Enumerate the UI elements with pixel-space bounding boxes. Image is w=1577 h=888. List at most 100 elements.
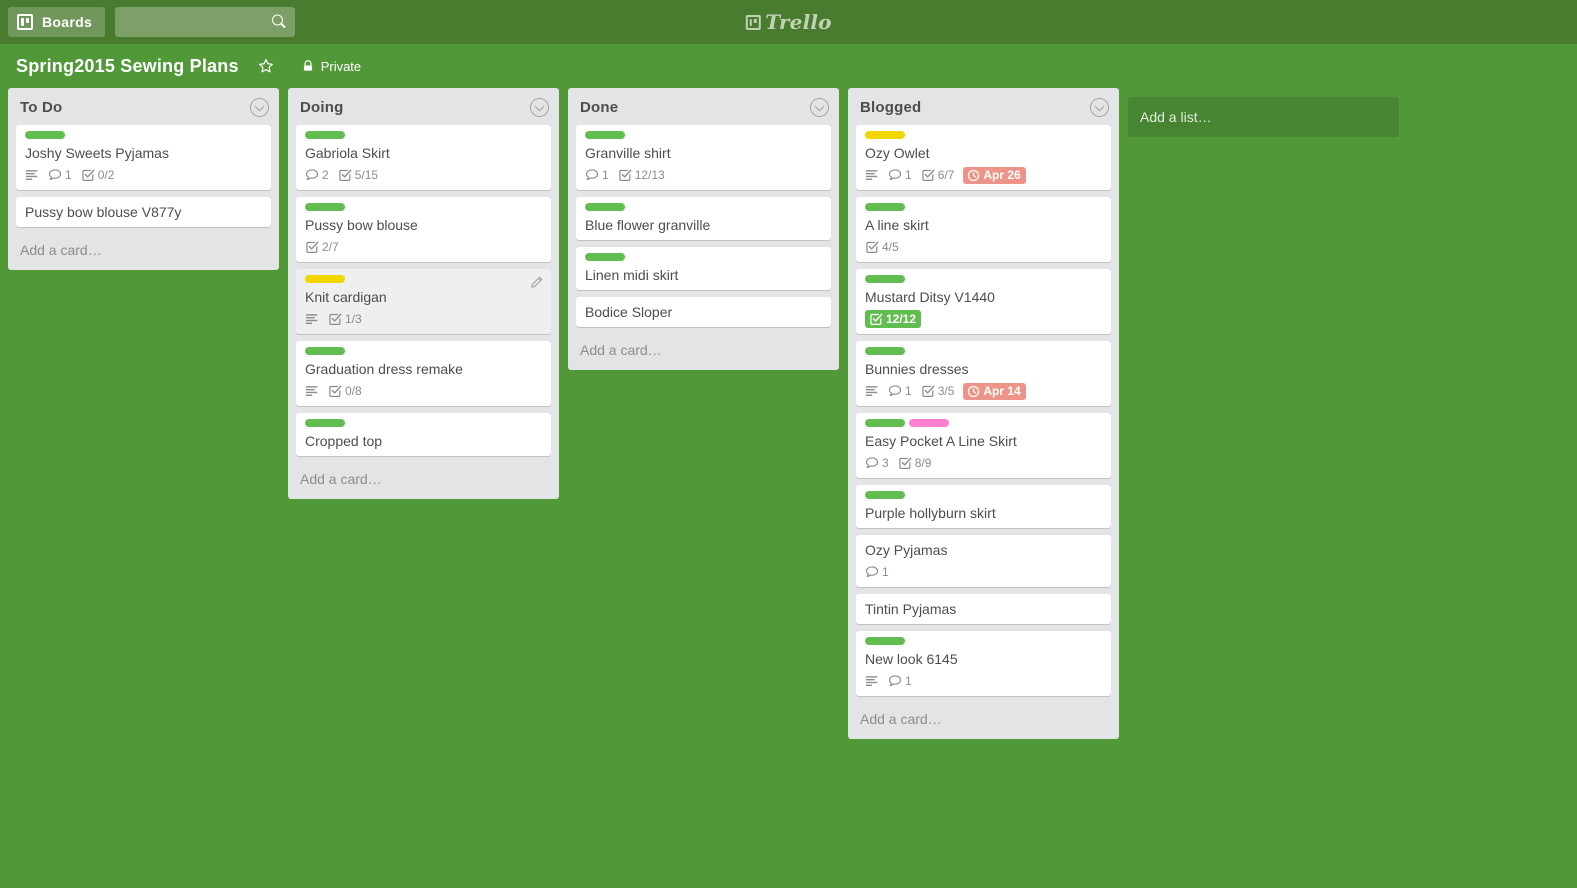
comment-icon (888, 675, 902, 686)
card-label[interactable] (865, 131, 905, 139)
card-label[interactable] (305, 275, 345, 283)
card[interactable]: Ozy Pyjamas 1 (856, 535, 1111, 587)
card-label[interactable] (305, 131, 345, 139)
search-input[interactable] (115, 7, 296, 37)
chevron-down-circle-icon[interactable] (250, 98, 269, 117)
card[interactable]: Pussy bow blouse V877y (16, 197, 271, 227)
card-label[interactable] (585, 203, 625, 211)
star-board-button[interactable] (253, 53, 279, 79)
boards-button-label: Boards (42, 14, 93, 30)
card-label[interactable] (865, 275, 905, 283)
checklist-count: 2/7 (322, 240, 339, 254)
list: To Do Joshy Sweets Pyjamas 1 0/2 Pussy b… (8, 88, 279, 270)
chevron-down-circle-icon[interactable] (1090, 98, 1109, 117)
card-label[interactable] (865, 419, 905, 427)
card-label[interactable] (585, 131, 625, 139)
list-title: Doing (300, 99, 344, 116)
checklist-count: 0/8 (345, 384, 362, 398)
card[interactable]: Pussy bow blouse 2/7 (296, 197, 551, 262)
card[interactable]: Bunnies dresses 1 3/5 Apr 14 (856, 341, 1111, 406)
add-card-button[interactable]: Add a card… (848, 703, 1119, 737)
checklist-badge: 1/3 (328, 312, 362, 326)
card-labels (585, 203, 823, 211)
card[interactable]: A line skirt 4/5 (856, 197, 1111, 262)
add-card-button[interactable]: Add a card… (288, 463, 559, 497)
comments-count: 2 (322, 168, 329, 182)
card[interactable]: Gabriola Skirt 2 5/15 (296, 125, 551, 190)
description-icon (305, 386, 318, 396)
card-label[interactable] (865, 637, 905, 645)
top-navigation-bar: Boards Trello (0, 0, 1577, 44)
card[interactable]: Cropped top (296, 413, 551, 456)
search-field-wrapper[interactable] (115, 7, 296, 37)
card[interactable]: Blue flower granville (576, 197, 831, 240)
card[interactable]: Granville shirt 1 12/13 (576, 125, 831, 190)
card-labels (305, 275, 543, 283)
add-card-button[interactable]: Add a card… (8, 234, 279, 268)
card-badges: 1 0/2 (25, 166, 263, 184)
card-label[interactable] (865, 491, 905, 499)
card-list: Joshy Sweets Pyjamas 1 0/2 Pussy bow blo… (8, 125, 279, 234)
checklist-badge: 0/8 (328, 384, 362, 398)
edit-card-pencil-icon[interactable] (529, 275, 544, 290)
card[interactable]: Graduation dress remake 0/8 (296, 341, 551, 406)
card-badges: 2 5/15 (305, 166, 543, 184)
comments-count: 1 (602, 168, 609, 182)
card-list: Gabriola Skirt 2 5/15 Pussy bow blouse 2… (288, 125, 559, 463)
board-visibility-button[interactable]: Private (293, 53, 369, 79)
card-title: Pussy bow blouse V877y (25, 204, 182, 220)
list-header: Blogged (848, 88, 1119, 125)
comments-count: 1 (905, 384, 912, 398)
card[interactable]: Purple hollyburn skirt (856, 485, 1111, 528)
card-label[interactable] (25, 131, 65, 139)
card[interactable]: Tintin Pyjamas (856, 594, 1111, 624)
card-label[interactable] (585, 253, 625, 261)
card-labels (865, 275, 1103, 283)
card-title: Granville shirt (585, 145, 671, 161)
lock-icon (303, 60, 312, 71)
checklist-icon (922, 385, 935, 397)
add-card-button[interactable]: Add a card… (568, 334, 839, 368)
card-label[interactable] (909, 419, 949, 427)
card-label[interactable] (305, 203, 345, 211)
comment-icon (585, 169, 599, 180)
comments-count: 1 (905, 674, 912, 688)
card[interactable]: Knit cardigan 1/3 (296, 269, 551, 334)
description-badge (25, 168, 39, 182)
chevron-down-circle-icon[interactable] (810, 98, 829, 117)
card-title: New look 6145 (865, 651, 958, 667)
card-labels (865, 203, 1103, 211)
comments-count: 3 (882, 456, 889, 470)
card-label[interactable] (865, 347, 905, 355)
checklist-badge: 0/2 (81, 168, 114, 182)
chevron-down-circle-icon[interactable] (530, 98, 549, 117)
card-label[interactable] (305, 419, 345, 427)
card-label[interactable] (865, 203, 905, 211)
card[interactable]: Bodice Sloper (576, 297, 831, 327)
card[interactable]: Mustard Ditsy V1440 12/12 (856, 269, 1111, 334)
edit-card-button[interactable] (529, 275, 545, 291)
description-icon (305, 314, 318, 324)
comments-badge: 3 (865, 456, 889, 470)
checklist-badge: 3/5 (921, 384, 954, 398)
boards-button[interactable]: Boards (8, 7, 106, 37)
comment-icon (48, 169, 62, 180)
card[interactable]: Ozy Owlet 1 6/7 Apr 26 (856, 125, 1111, 190)
checklist-count: 12/12 (886, 312, 917, 326)
comments-badge: 1 (48, 168, 72, 182)
card[interactable]: Joshy Sweets Pyjamas 1 0/2 (16, 125, 271, 190)
card[interactable]: Linen midi skirt (576, 247, 831, 290)
card-labels (865, 347, 1103, 355)
comments-count: 1 (65, 168, 72, 182)
card[interactable]: Easy Pocket A Line Skirt 3 8/9 (856, 413, 1111, 478)
add-list-button[interactable]: Add a list… (1128, 97, 1399, 137)
card[interactable]: New look 6145 1 (856, 631, 1111, 696)
comments-badge: 1 (865, 565, 889, 579)
card-labels (865, 637, 1103, 645)
list-title: To Do (20, 99, 63, 116)
checklist-badge: 6/7 (921, 168, 954, 182)
comment-icon (305, 169, 319, 180)
card-label[interactable] (305, 347, 345, 355)
checklist-badge-complete: 12/12 (865, 310, 922, 328)
list-header: Done (568, 88, 839, 125)
